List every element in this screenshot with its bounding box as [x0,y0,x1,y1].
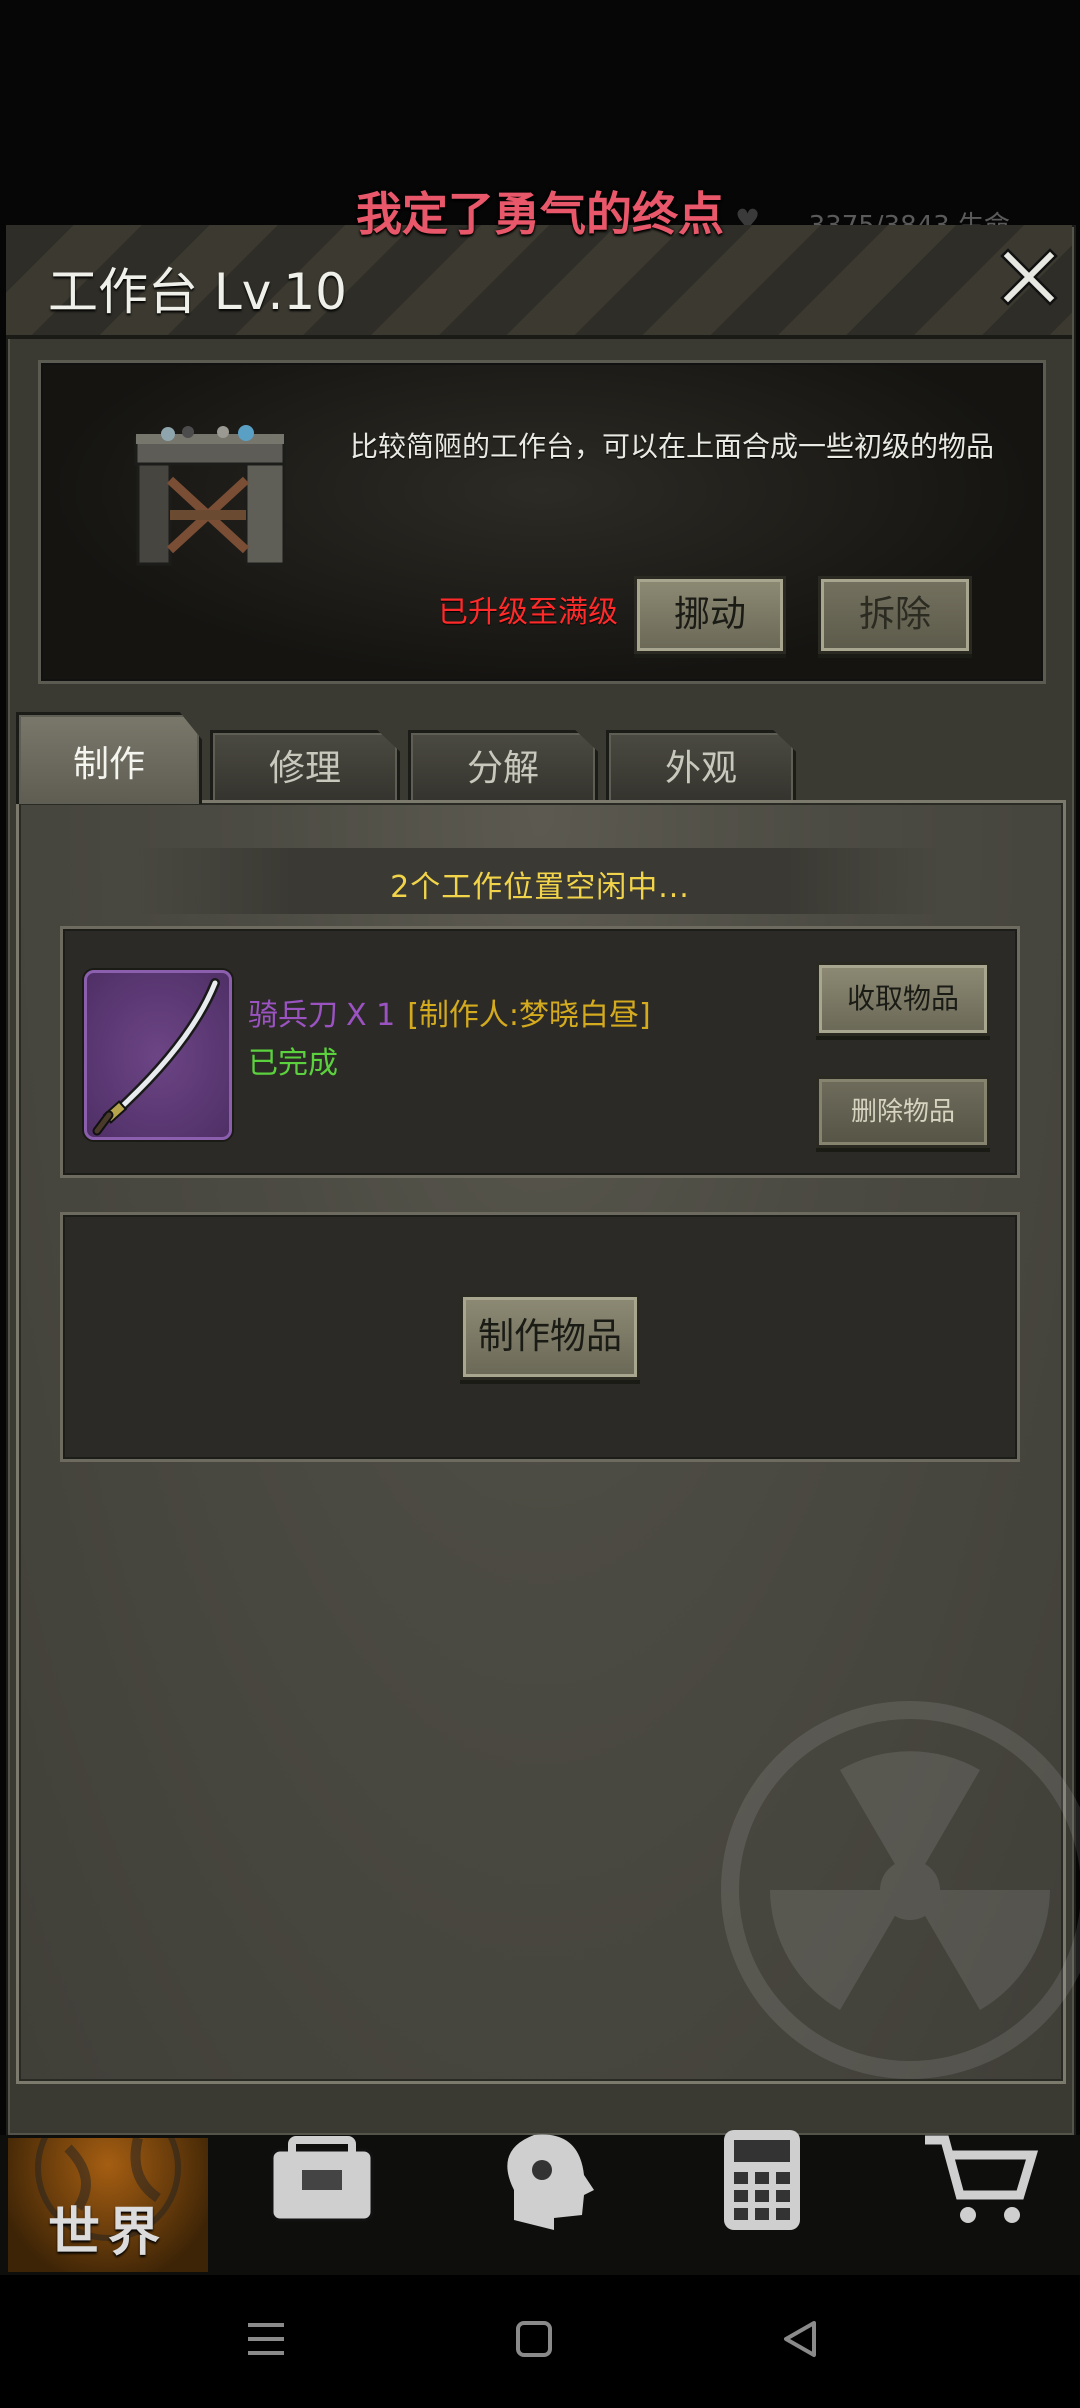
craft-status: 已完成 [248,1046,338,1081]
home-icon[interactable] [510,2315,558,2363]
dismantle-button[interactable]: 拆除 [818,576,972,654]
workbench-icon [128,420,298,570]
craft-item-button[interactable]: 制作物品 [460,1294,640,1380]
back-icon[interactable] [776,2315,824,2363]
tab-appearance[interactable]: 外观 [606,730,796,802]
item-quantity: X 1 [346,998,396,1033]
menu-icon[interactable] [242,2315,290,2363]
calculator-icon[interactable] [702,2130,822,2230]
craft-item-title: 骑兵刀 X 1 [制作人:梦晓白昼] [248,990,651,1034]
nav-world-label: 世界 [47,2203,168,2263]
collect-item-button[interactable]: 收取物品 [816,962,990,1036]
move-button[interactable]: 挪动 [634,576,786,654]
delete-item-button[interactable]: 删除物品 [816,1076,990,1148]
item-maker: [制作人:梦晓白昼] [407,998,651,1033]
max-level-text: 已升级至满级 [438,595,618,630]
radiation-icon [720,1700,1080,2080]
backpack-icon[interactable] [262,2130,382,2230]
workbench-description: 比较简陋的工作台，可以在上面合成一些初级的物品 [350,430,995,463]
tab-repair[interactable]: 修理 [210,730,400,802]
close-icon [1000,248,1058,306]
cart-icon[interactable] [920,2130,1040,2230]
close-button[interactable] [996,244,1062,310]
head-icon[interactable] [484,2130,604,2230]
saber-icon[interactable] [84,970,232,1140]
item-name: 骑兵刀 [248,998,338,1033]
tab-craft[interactable]: 制作 [16,712,202,804]
window-title: 工作台 Lv.10 [48,263,347,321]
tab-disassemble[interactable]: 分解 [408,730,598,802]
event-banner: 我定了勇气的终点 [356,187,724,241]
free-slots-text: 2个工作位置空闲中... [390,870,690,905]
